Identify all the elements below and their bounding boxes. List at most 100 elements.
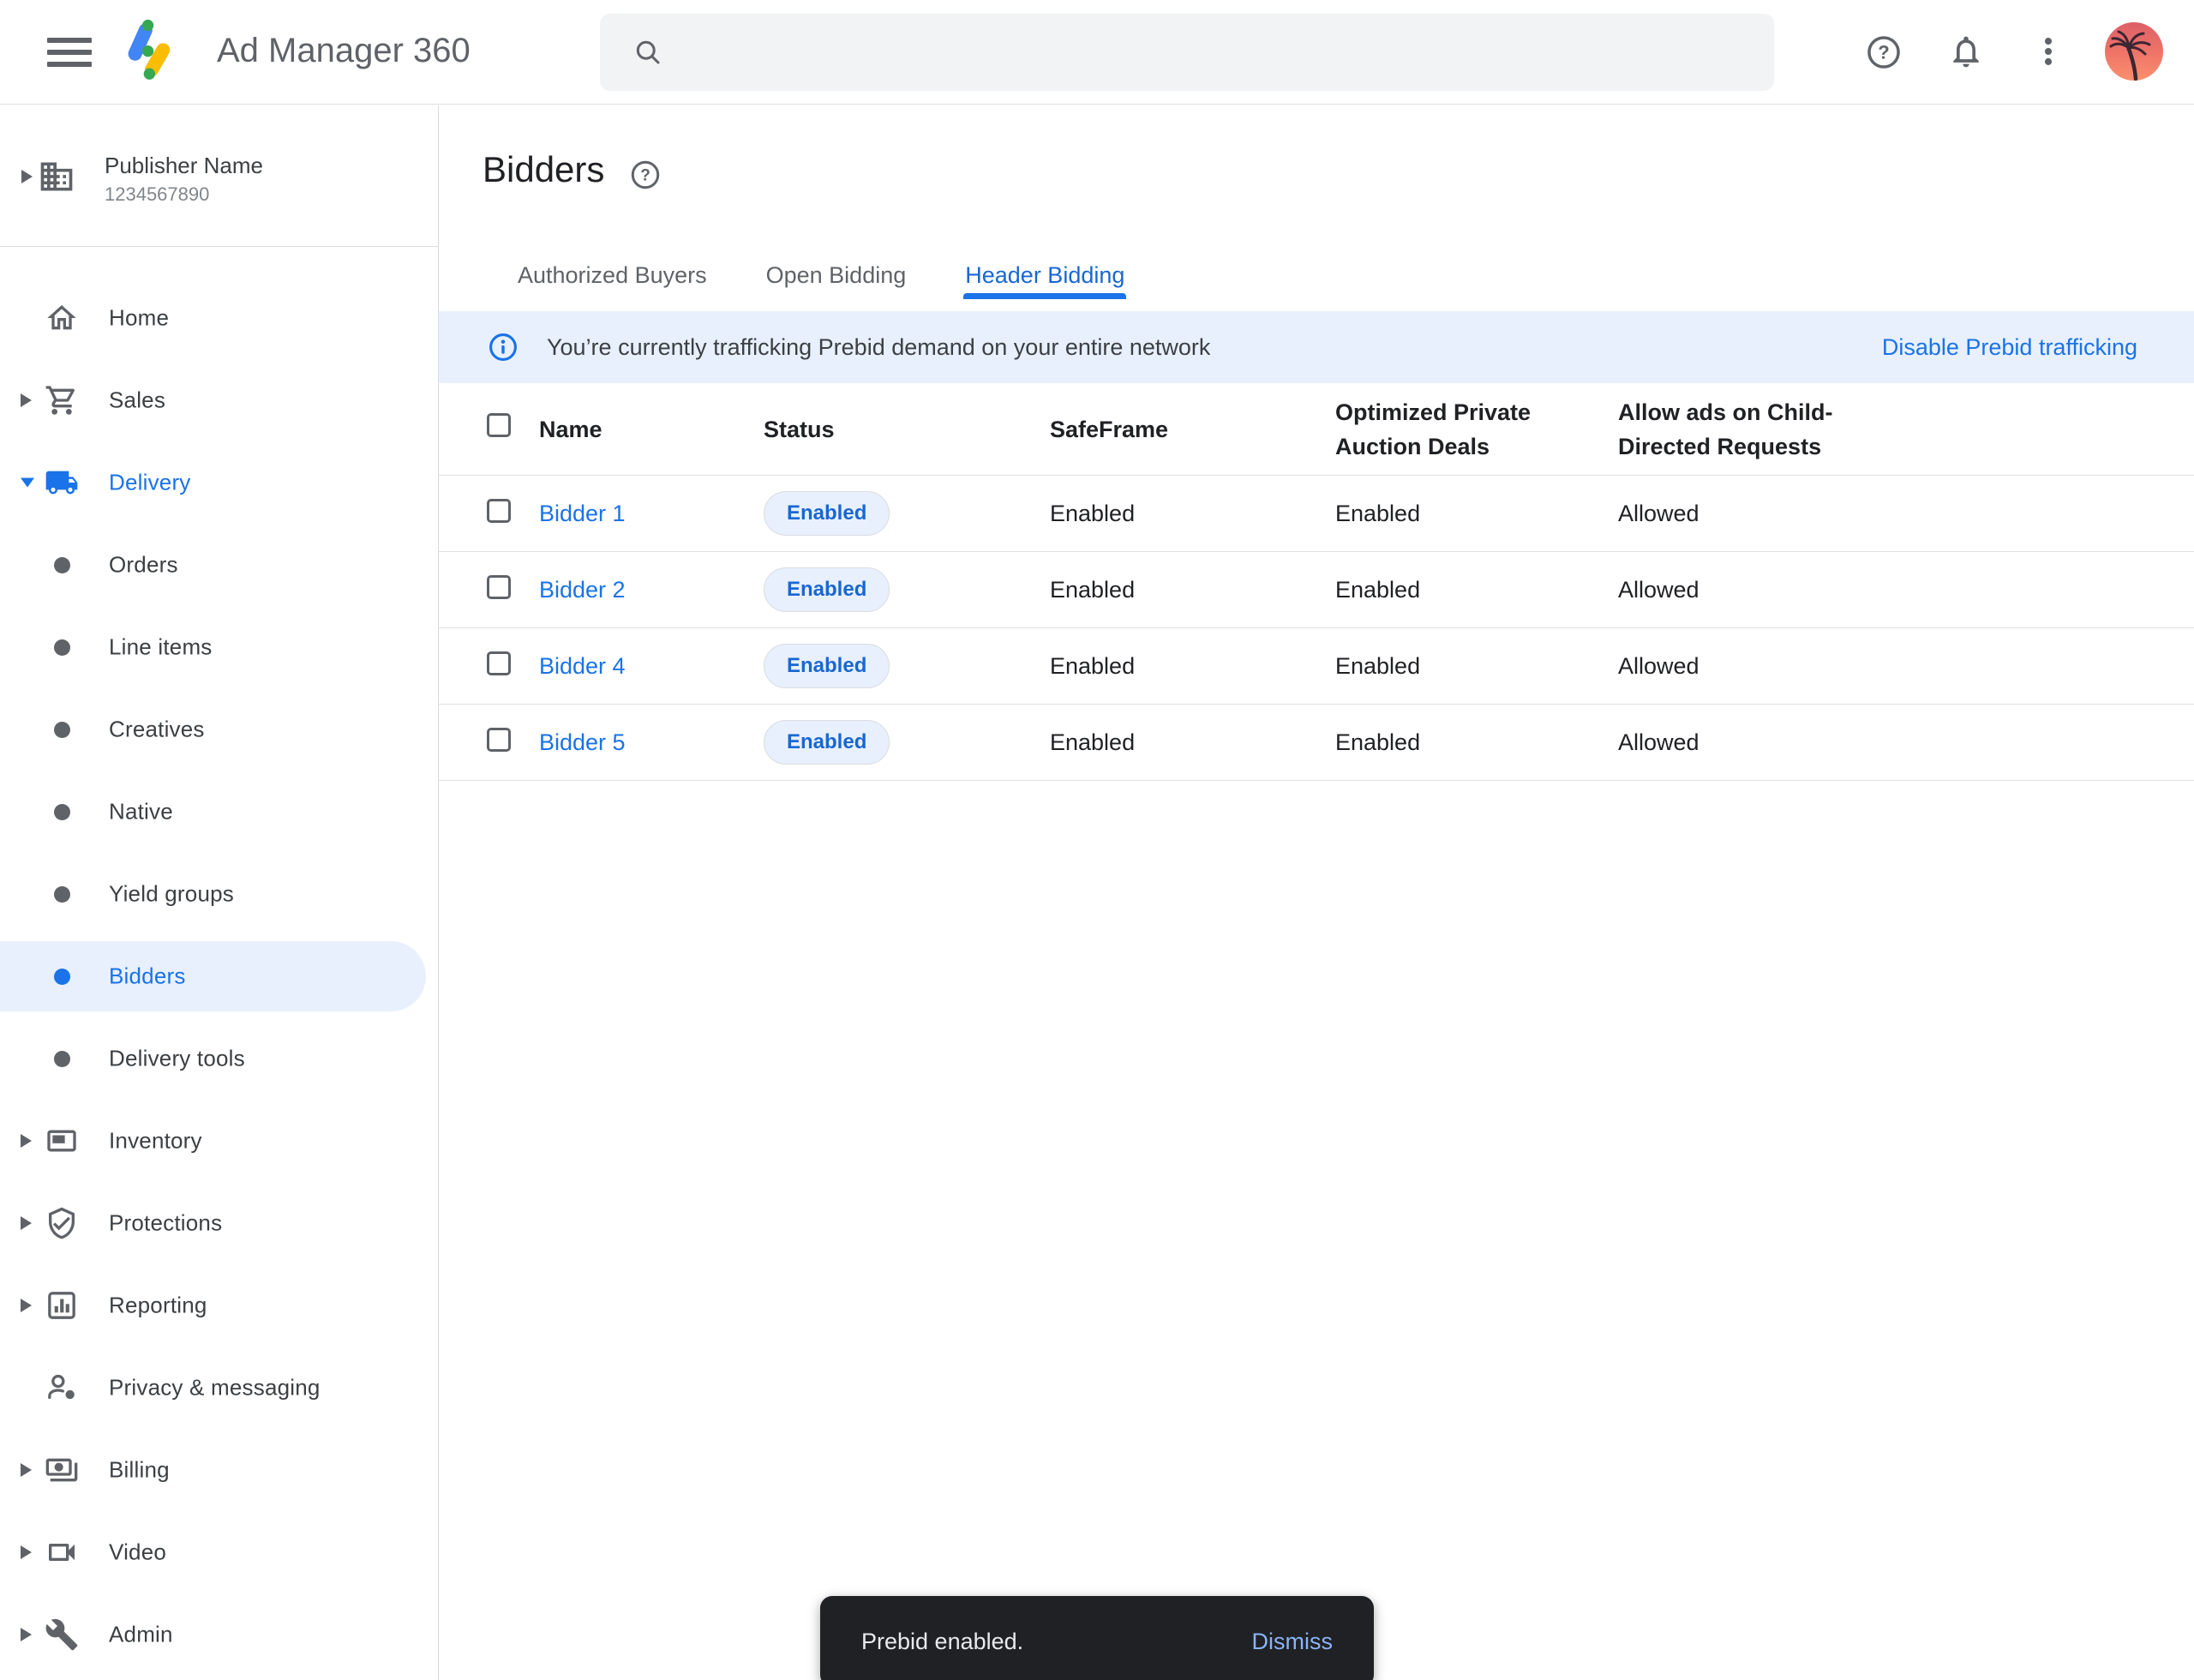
safeframe-cell: Enabled [1050,729,1335,756]
sidebar-item-delivery-tools[interactable]: Delivery tools [0,1017,438,1100]
bullet-icon [54,886,70,903]
opad-cell: Enabled [1335,501,1618,527]
status-chip: Enabled [764,720,890,765]
sidebar-item-home[interactable]: Home [0,277,438,359]
bullet-icon [54,722,70,738]
sidebar-item-bidders[interactable]: Bidders [0,941,426,1011]
sidebar-item-orders[interactable]: Orders [0,524,438,606]
publisher-name: Publisher Name [105,150,263,181]
tab-header-bidding[interactable]: Header Bidding [963,251,1126,299]
ad-manager-logo[interactable] [125,15,178,87]
safeframe-cell: Enabled [1050,501,1335,527]
bidder-link[interactable]: Bidder 5 [539,729,626,755]
sidebar-item-billing[interactable]: Billing [0,1429,438,1511]
opad-cell: Enabled [1335,653,1618,680]
sidebar-item-privacy-messaging[interactable]: Privacy & messaging [0,1347,438,1429]
child-directed-cell: Allowed [1618,729,2194,756]
publisher-id: 1234567890 [105,181,263,208]
sidebar-item-creatives[interactable]: Creatives [0,688,438,771]
svg-text:?: ? [640,167,650,185]
collapse-arrow-icon[interactable] [21,478,34,488]
table-header-row: Name Status SafeFrame Optimized Private … [439,383,2194,476]
row-checkbox[interactable] [487,651,511,675]
bullet-icon [54,557,70,573]
row-checkbox[interactable] [487,575,511,599]
search-input[interactable] [689,38,1748,67]
cart-icon [45,383,79,417]
bullet-icon [54,804,70,820]
table-row-bidder-5: Bidder 5 Enabled Enabled Enabled Allowed [439,705,2194,781]
sidebar-item-protections[interactable]: Protections [0,1182,438,1264]
sidebar-item-yield-groups[interactable]: Yield groups [0,853,438,935]
sidebar-item-admin[interactable]: Admin [0,1593,438,1676]
hamburger-icon[interactable] [47,38,92,67]
banner-message: You’re currently trafficking Prebid dema… [547,334,1210,361]
expand-arrow-icon[interactable] [21,1216,32,1230]
search-icon [632,37,663,68]
prebid-banner: You’re currently trafficking Prebid dema… [439,311,2194,383]
expand-arrow-icon[interactable] [21,393,32,407]
table-row-bidder-1: Bidder 1 Enabled Enabled Enabled Allowed [439,476,2194,552]
column-header-opad: Optimized Private Auction Deals [1335,395,1601,464]
expand-arrow-icon[interactable] [21,1299,32,1312]
building-icon [38,158,75,195]
sidebar-item-native[interactable]: Native [0,771,438,853]
column-header-safeframe: SafeFrame [1050,412,1335,447]
app-title: Ad Manager 360 [217,32,471,70]
billing-icon [45,1453,79,1487]
bidders-table: Name Status SafeFrame Optimized Private … [439,383,2194,781]
shield-icon [45,1206,79,1240]
sidebar-item-delivery[interactable]: Delivery [0,441,438,524]
sidebar: Publisher Name 1234567890 Home Sales Del… [0,105,439,1680]
child-directed-cell: Allowed [1618,653,2194,680]
bell-icon[interactable] [1947,33,1985,70]
sidebar-item-inventory[interactable]: Inventory [0,1100,438,1182]
table-row-bidder-2: Bidder 2 Enabled Enabled Enabled Allowed [439,552,2194,628]
expand-arrow-icon[interactable] [21,1628,32,1641]
palm-tree-avatar[interactable] [2105,22,2163,81]
expand-arrow-icon[interactable] [21,1134,32,1148]
child-directed-cell: Allowed [1618,501,2194,527]
row-checkbox[interactable] [487,499,511,523]
svg-text:?: ? [1878,42,1889,63]
expand-arrow-icon[interactable] [21,1545,32,1559]
disable-prebid-link[interactable]: Disable Prebid trafficking [1882,334,2137,361]
page-help-icon[interactable]: ? [629,159,662,191]
safeframe-cell: Enabled [1050,577,1335,603]
sidebar-item-reporting[interactable]: Reporting [0,1264,438,1347]
kebab-icon[interactable] [2029,33,2067,70]
select-all-checkbox[interactable] [487,413,511,437]
dismiss-button[interactable]: Dismiss [1252,1629,1334,1655]
opad-cell: Enabled [1335,577,1618,603]
sidebar-item-video[interactable]: Video [0,1511,438,1593]
toast: Prebid enabled. Dismiss [820,1596,1374,1680]
bidder-link[interactable]: Bidder 1 [539,501,626,526]
page-title: Bidders [483,149,604,190]
column-header-child-directed: Allow ads on Child-Directed Requests [1618,395,1884,464]
search-bar[interactable] [600,14,1774,91]
child-directed-cell: Allowed [1618,577,2194,603]
opad-cell: Enabled [1335,729,1618,756]
bidder-link[interactable]: Bidder 4 [539,653,626,679]
sidebar-nav: Home Sales Delivery Orders Line items Cr… [0,247,438,1676]
truck-icon [45,465,79,500]
publisher-selector[interactable]: Publisher Name 1234567890 [0,136,438,215]
help-icon[interactable]: ? [1865,33,1903,71]
video-icon [45,1535,79,1569]
bullet-icon [54,1051,70,1067]
inventory-icon [45,1124,79,1158]
expand-arrow-icon[interactable] [21,1463,32,1477]
home-icon [45,301,79,335]
row-checkbox[interactable] [487,728,511,752]
main-content: Bidders ? Authorized Buyers Open Bidding H… [439,105,2194,1680]
app-header: Ad Manager 360 ? [0,0,2194,105]
tab-authorized-buyers[interactable]: Authorized Buyers [516,251,709,299]
sidebar-item-sales[interactable]: Sales [0,359,438,441]
bullet-icon [54,639,70,656]
bidder-link[interactable]: Bidder 2 [539,577,626,603]
expand-arrow-icon [21,170,33,183]
tab-open-bidding[interactable]: Open Bidding [764,251,908,299]
safeframe-cell: Enabled [1050,653,1335,680]
toast-message: Prebid enabled. [861,1629,1023,1655]
sidebar-item-line-items[interactable]: Line items [0,606,438,688]
